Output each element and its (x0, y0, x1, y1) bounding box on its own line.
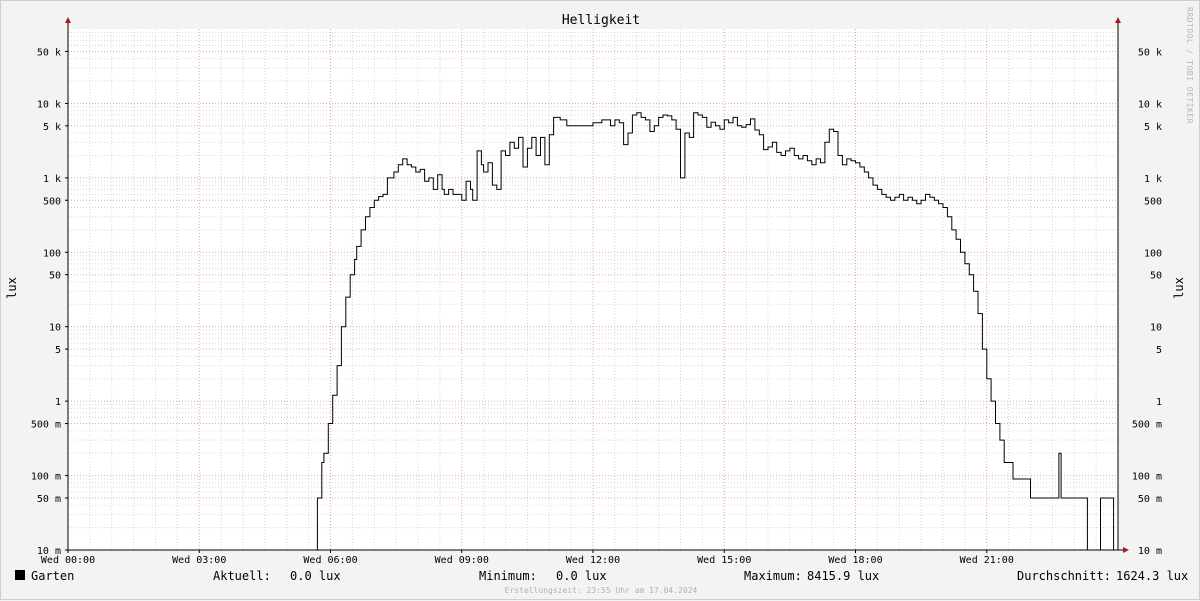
x-tick-label: Wed 15:00 (697, 555, 751, 566)
x-tick-label: Wed 00:00 (41, 555, 95, 566)
y-tick-label: 50 (49, 271, 61, 282)
creation-time: Erstellungszeit: 23:55 Uhr am 17.04.2024 (505, 586, 698, 595)
y-tick-label: 500 m (1132, 420, 1162, 431)
y-tick-label: 100 (1144, 248, 1162, 259)
y-tick-label: 50 (1150, 271, 1162, 282)
y-tick-label: 1 k (43, 174, 61, 185)
x-tick-labels: Wed 00:00 Wed 03:00 Wed 06:00 Wed 09:00 Wed … (41, 550, 1014, 566)
y-tick-label: 10 (1150, 323, 1162, 334)
y-tick-label: 5 k (1144, 122, 1162, 133)
y-tick-label: 500 m (31, 420, 61, 431)
chart-frame: Helligkeit RRDTOOL / TOBI OETIKER 10 m 50… (0, 0, 1200, 600)
y-tick-label: 50 m (1138, 494, 1162, 505)
y-tick-label: 1 (55, 397, 61, 408)
y-axis-label-left: lux (5, 277, 19, 299)
maximum-label: Maximum: (744, 569, 802, 583)
y-tick-label: 100 m (31, 472, 61, 483)
y-tick-label: 10 (49, 323, 61, 334)
y-tick-label: 10 k (37, 99, 61, 110)
x-tick-label: Wed 03:00 (172, 555, 226, 566)
y-tick-label: 10 k (1138, 99, 1162, 110)
y-axis-label-right: lux (1172, 277, 1186, 299)
minimum-label: Minimum: (479, 569, 537, 583)
y-tick-label: 500 (43, 196, 61, 207)
y-tick-label: 10 m (1138, 546, 1162, 557)
y-tick-label: 100 m (1132, 472, 1162, 483)
current-label: Aktuell: (213, 569, 271, 583)
x-tick-label: Wed 18:00 (828, 555, 882, 566)
x-tick-label: Wed 06:00 (303, 555, 357, 566)
minimum-value: 0.0 lux (556, 569, 607, 583)
y-tick-label: 1 (1156, 397, 1162, 408)
y-tick-label: 5 k (43, 122, 61, 133)
y-tick-label: 500 (1144, 196, 1162, 207)
x-axis-arrow (1123, 547, 1129, 553)
y-tick-label: 1 k (1144, 174, 1162, 185)
y-tick-labels-left: 10 m50 m100 m500 m1510501005001 k5 k10 k… (31, 47, 68, 557)
rrdtool-watermark: RRDTOOL / TOBI OETIKER (1185, 7, 1194, 124)
y-tick-label: 50 k (1138, 47, 1162, 58)
y-axis-arrow-right (1115, 17, 1121, 23)
legend-swatch (15, 570, 25, 580)
x-tick-label: Wed 09:00 (435, 555, 489, 566)
chart-title: Helligkeit (562, 13, 640, 28)
y-tick-label: 50 m (37, 494, 61, 505)
maximum-value: 8415.9 lux (807, 569, 879, 583)
average-label: Durchschnitt: (1017, 569, 1111, 583)
y-axis-arrow-left (65, 17, 71, 23)
x-tick-label: Wed 12:00 (566, 555, 620, 566)
legend-label: Garten (31, 569, 74, 583)
x-tick-label: Wed 21:00 (960, 555, 1014, 566)
y-tick-label: 5 (55, 345, 61, 356)
chart-svg: Helligkeit RRDTOOL / TOBI OETIKER 10 m50… (5, 7, 1194, 595)
current-value: 0.0 lux (290, 569, 341, 583)
y-tick-labels-right: 10 m 50 m 100 m 500 m 1 5 10 50 100 500 1 k 5 k 10 k… (1132, 47, 1162, 557)
average-value: 1624.3 lux (1116, 569, 1188, 583)
y-tick-label: 100 (43, 248, 61, 259)
y-tick-label: 50 k (37, 47, 61, 58)
y-tick-label: 5 (1156, 345, 1162, 356)
